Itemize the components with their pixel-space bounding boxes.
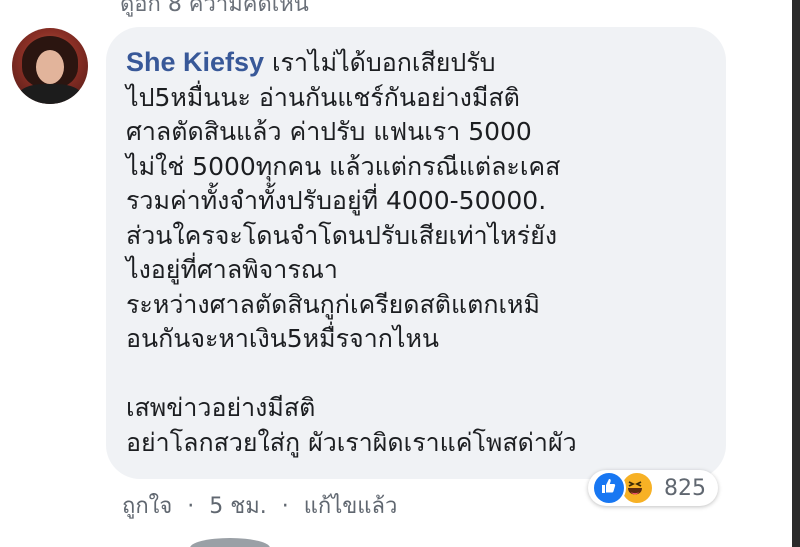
avatar-face [36, 50, 64, 84]
timestamp[interactable]: 5 ชม. [209, 488, 266, 523]
comment-bubble: She Kiefsy เราไม่ได้บอกเสียปรับ ไป5หมื่น… [106, 27, 726, 479]
reaction-count: 825 [664, 475, 706, 501]
like-button[interactable]: ถูกใจ [122, 488, 172, 523]
comment-screen: ดูอีก 8 ความคิดเห็น She Kiefsy เราไม่ได้… [0, 0, 800, 547]
next-avatar-peek [190, 538, 270, 547]
window-edge [792, 0, 800, 547]
separator-dot: · [281, 494, 289, 519]
like-icon [592, 471, 626, 505]
comment-author[interactable]: She Kiefsy [126, 47, 264, 77]
edited-label[interactable]: แก้ไขแล้ว [304, 488, 398, 523]
separator-dot: · [187, 494, 195, 519]
avatar-shirt [18, 84, 82, 104]
comment-body: She Kiefsy เราไม่ได้บอกเสียปรับ ไป5หมื่น… [126, 45, 716, 460]
comment-actions: ถูกใจ · 5 ชม. · แก้ไขแล้ว [122, 488, 397, 523]
reactions-summary[interactable]: 825 [588, 470, 718, 506]
comment-text: เราไม่ได้บอกเสียปรับ ไป5หมื่นนะ อ่านกันแ… [126, 48, 577, 457]
more-comments-link[interactable]: ดูอีก 8 ความคิดเห็น [120, 0, 309, 21]
avatar[interactable] [12, 28, 88, 104]
